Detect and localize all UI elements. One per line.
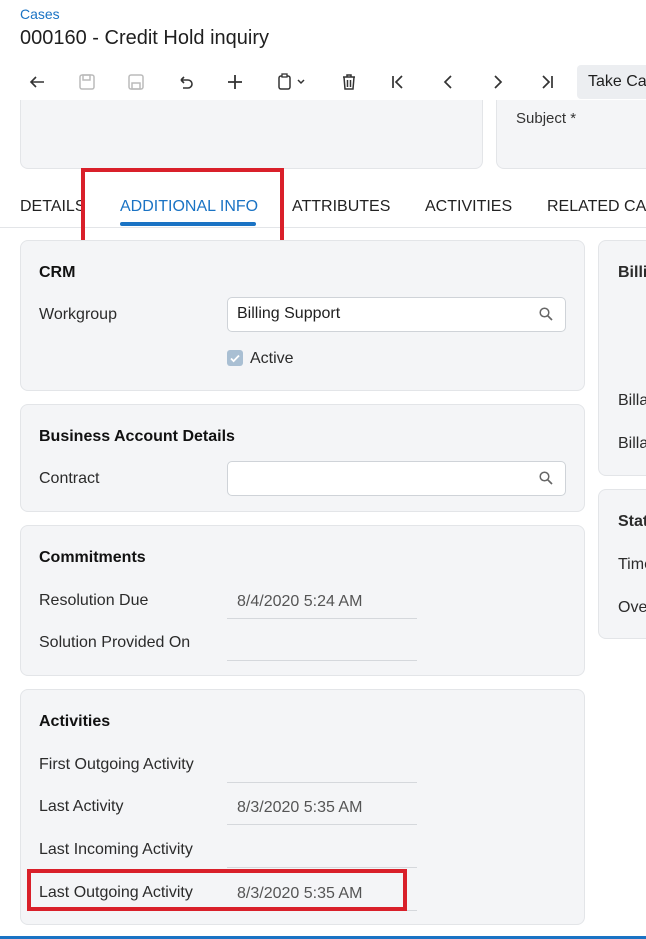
save-close-icon[interactable] (120, 66, 152, 98)
tab-highlight-box (81, 168, 284, 244)
active-checkbox[interactable] (227, 350, 243, 366)
take-case-button[interactable]: Take Ca (577, 65, 646, 99)
first-record-icon[interactable] (382, 66, 414, 98)
add-icon[interactable] (219, 66, 251, 98)
first-outgoing-label: First Outgoing Activity (39, 756, 194, 773)
commitments-title: Commitments (39, 549, 146, 566)
workgroup-value: Billing Support (237, 305, 341, 322)
crm-title: CRM (39, 264, 76, 281)
search-icon[interactable] (539, 471, 553, 485)
tab-related-cases[interactable]: RELATED CA (547, 198, 646, 216)
resolution-due-field: 8/4/2020 5:24 AM (227, 585, 417, 619)
contract-field[interactable] (227, 461, 566, 496)
billable-label-1: Billa (618, 392, 646, 409)
last-incoming-field (227, 834, 417, 868)
tab-details[interactable]: DETAILS (20, 198, 86, 216)
summary-card (20, 100, 483, 169)
undo-icon[interactable] (169, 66, 201, 98)
search-icon[interactable] (539, 307, 553, 321)
resolution-due-label: Resolution Due (39, 592, 149, 609)
workgroup-field[interactable]: Billing Support (227, 297, 566, 332)
billing-title: Billi (618, 264, 646, 281)
over-label: Ove (618, 599, 646, 616)
contract-label: Contract (39, 470, 100, 487)
first-outgoing-field (227, 749, 417, 783)
activities-title: Activities (39, 713, 111, 730)
tab-attributes[interactable]: ATTRIBUTES (292, 198, 390, 216)
checkmark-icon (230, 354, 240, 363)
save-icon[interactable] (71, 66, 103, 98)
back-icon[interactable] (21, 66, 53, 98)
status-title: Stat (618, 513, 646, 530)
solution-provided-label: Solution Provided On (39, 634, 191, 651)
previous-icon[interactable] (432, 66, 464, 98)
active-label: Active (250, 350, 294, 367)
workgroup-label: Workgroup (39, 306, 117, 323)
page-title: 000160 - Credit Hold inquiry (20, 27, 270, 49)
billable-label-2: Billa (618, 435, 646, 452)
business-account-title: Business Account Details (39, 428, 235, 445)
next-icon[interactable] (482, 66, 514, 98)
last-activity-field: 8/3/2020 5:35 AM (227, 791, 417, 825)
breadcrumb-cases[interactable]: Cases (20, 6, 60, 22)
delete-icon[interactable] (333, 66, 365, 98)
copy-paste-icon[interactable] (270, 66, 316, 98)
tab-activities[interactable]: ACTIVITIES (425, 198, 512, 216)
last-outgoing-highlight-box (27, 869, 407, 911)
last-incoming-label: Last Incoming Activity (39, 841, 193, 858)
subject-label: Subject * (516, 110, 577, 127)
solution-provided-field (227, 627, 417, 661)
time-label: Time (618, 556, 646, 573)
last-record-icon[interactable] (531, 66, 563, 98)
last-activity-label: Last Activity (39, 798, 124, 815)
